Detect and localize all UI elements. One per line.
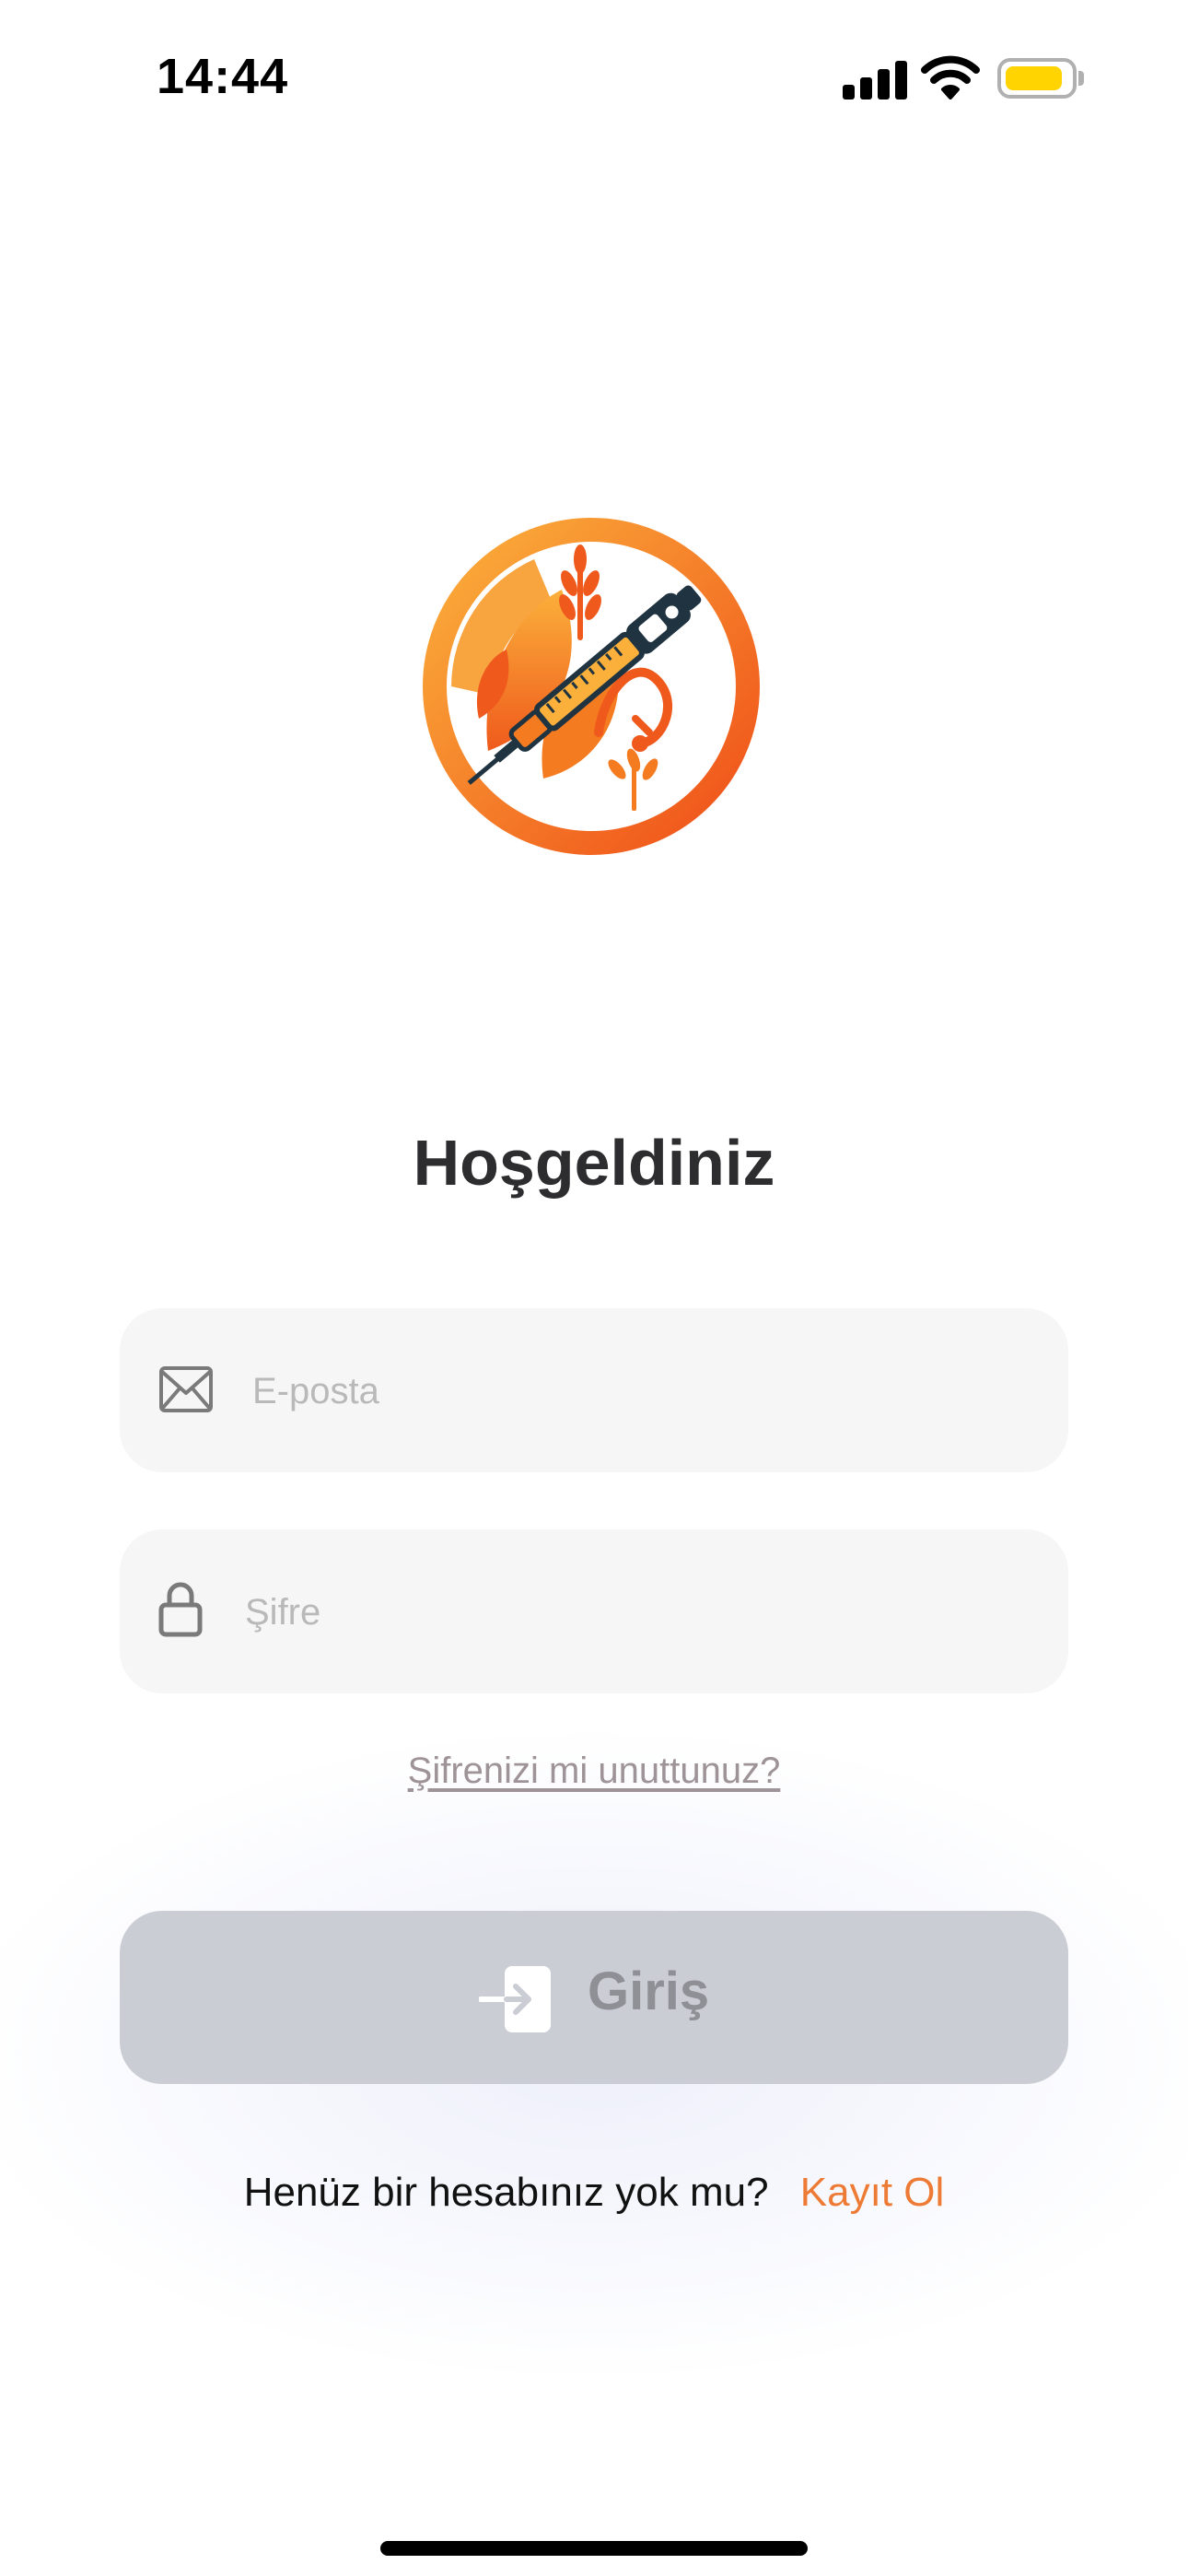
wifi-icon bbox=[921, 55, 980, 100]
password-input[interactable] bbox=[243, 1529, 1031, 1695]
signup-prompt: Henüz bir hesabınız yok mu? bbox=[243, 2170, 769, 2215]
signup-link[interactable]: Kayıt Ol bbox=[800, 2170, 945, 2215]
lock-icon bbox=[158, 1582, 203, 1637]
home-indicator[interactable] bbox=[380, 2541, 808, 2556]
sign-in-icon bbox=[479, 1966, 551, 2032]
cellular-signal-icon bbox=[843, 59, 907, 100]
email-field[interactable] bbox=[120, 1308, 1068, 1474]
envelope-icon bbox=[159, 1366, 213, 1412]
forgot-password-link[interactable]: Şifrenizi mi unuttunuz? bbox=[0, 1751, 1188, 1792]
login-button-label: Giriş bbox=[588, 1961, 710, 2021]
signup-row: Henüz bir hesabınız yok mu? Kayıt Ol bbox=[0, 2170, 1188, 2216]
battery-cap bbox=[1078, 71, 1084, 86]
login-button[interactable]: Giriş bbox=[120, 1911, 1068, 2084]
welcome-title: Hoşgeldiniz bbox=[413, 1127, 775, 1199]
app-logo bbox=[423, 518, 760, 855]
battery-level bbox=[1006, 66, 1062, 90]
password-field[interactable] bbox=[120, 1529, 1068, 1695]
status-bar: 14:44 bbox=[0, 0, 1188, 157]
status-time: 14:44 bbox=[157, 49, 289, 104]
email-input[interactable] bbox=[250, 1308, 1031, 1474]
battery-icon bbox=[997, 58, 1077, 99]
